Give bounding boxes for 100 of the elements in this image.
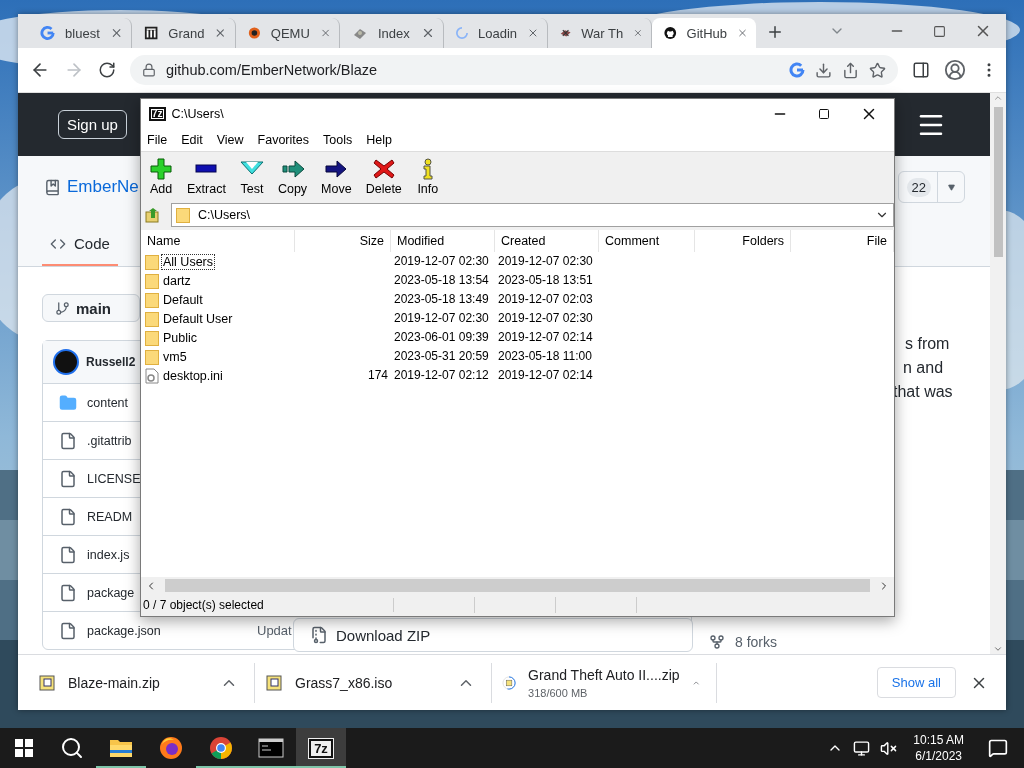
item-created: 2023-05-18 13:51 (497, 272, 594, 289)
sign-up-button[interactable]: Sign up (58, 110, 127, 139)
download-item[interactable]: Grand Theft Auto II....zip 318/600 MB (492, 662, 717, 703)
item-name[interactable]: dartz (162, 273, 192, 288)
download-name: Grand Theft Auto II....zip (528, 666, 680, 683)
item-name[interactable]: All Users (162, 254, 214, 269)
lock-icon (142, 63, 156, 77)
column-header[interactable]: Name (141, 230, 295, 252)
file-name[interactable]: content (87, 395, 128, 410)
column-header[interactable]: Created (495, 230, 599, 252)
repo-title[interactable]: EmberNe (67, 177, 139, 197)
plus-icon (149, 158, 173, 180)
download-name: Grass7_x86.iso (295, 674, 393, 691)
browser-tab[interactable]: bluest (28, 18, 132, 48)
toolbar-button[interactable]: Info (411, 158, 444, 196)
search-icon (60, 736, 84, 760)
firefox-icon (159, 736, 183, 760)
folder-icon (145, 291, 159, 308)
forks-link[interactable]: 8 forks (735, 634, 777, 650)
archive-icon (265, 673, 283, 692)
browser-tab[interactable]: Index (340, 18, 444, 48)
menu-item[interactable]: Edit (181, 133, 203, 147)
scroll-down-icon[interactable] (993, 644, 1003, 654)
download-item[interactable]: Blaze-main.zip (28, 662, 255, 703)
star-button[interactable]: 22 (897, 171, 965, 203)
zip-icon (310, 626, 328, 644)
file-icon (59, 469, 77, 488)
google-icon (789, 62, 805, 78)
branch-button[interactable]: main (42, 294, 140, 322)
install-icon[interactable] (815, 61, 832, 79)
column-header[interactable]: Comment (599, 230, 695, 252)
toolbar-button[interactable]: Test (235, 158, 268, 196)
archive-icon (38, 673, 56, 692)
reload-icon[interactable] (98, 61, 116, 79)
browser-tab[interactable]: QEMU (236, 18, 340, 48)
file-icon (59, 583, 77, 602)
taskbar-app-button[interactable]: 7z (296, 728, 346, 768)
file-name[interactable]: .gitattrib (87, 433, 132, 448)
column-header[interactable]: Size (295, 230, 391, 252)
network-icon[interactable] (853, 739, 871, 757)
item-name[interactable]: desktop.ini (162, 368, 224, 383)
profile-icon[interactable] (944, 59, 966, 81)
show-all-button[interactable]: Show all (876, 667, 956, 698)
toolbar-button[interactable]: Extract (183, 158, 230, 196)
maximize-icon[interactable] (818, 108, 830, 120)
menu-item[interactable]: Tools (323, 133, 353, 147)
caret-icon[interactable] (947, 183, 955, 191)
file-name[interactable]: LICENSE (87, 471, 141, 486)
item-created: 2019-12-07 02:30 (497, 253, 594, 270)
status-text: 0 / 7 object(s) selected (141, 598, 394, 612)
file-name[interactable]: package (87, 585, 135, 600)
column-header[interactable]: Folders (695, 230, 791, 252)
toolbar-button[interactable]: Add (145, 158, 177, 196)
address-bar[interactable]: github.com/EmberNetwork/Blaze (130, 55, 898, 85)
menu-item[interactable]: File (147, 133, 168, 147)
path-field[interactable]: C:\Users\ (171, 203, 894, 227)
folder-icon (145, 310, 159, 327)
google-icon (40, 25, 56, 41)
up-folder-icon[interactable] (145, 207, 161, 223)
maximize-icon[interactable] (933, 24, 946, 38)
download-zip-item[interactable]: Download ZIP (293, 618, 693, 652)
cross-icon (371, 158, 396, 180)
browser-tab[interactable]: Grand (132, 18, 236, 48)
menu-item[interactable]: Help (366, 133, 392, 147)
side-panel-icon[interactable] (912, 61, 930, 79)
item-name[interactable]: Default User (162, 311, 234, 326)
browser-tab[interactable]: Loadin (444, 18, 548, 48)
browser-tab[interactable]: GitHub (652, 18, 756, 48)
item-created: 2019-12-07 02:14 (497, 367, 594, 384)
item-name[interactable]: Public (162, 330, 199, 345)
column-header[interactable]: Modified (391, 230, 495, 252)
file-name[interactable]: index.js (87, 547, 130, 562)
file-name[interactable]: READM (87, 509, 133, 524)
horizontal-scrollbar[interactable] (141, 577, 894, 594)
new-tab-icon[interactable] (766, 23, 784, 41)
toolbar-button[interactable]: Delete (361, 158, 406, 196)
item-name[interactable]: Default (162, 292, 204, 307)
volume-muted-icon[interactable] (880, 739, 898, 757)
column-header[interactable]: File (791, 230, 894, 252)
scrollbar[interactable] (990, 93, 1006, 654)
bookmark-star-icon[interactable] (869, 61, 886, 79)
url-text: github.com/EmberNetwork/Blaze (166, 62, 379, 78)
item-name[interactable]: vm5 (162, 349, 188, 364)
notifications-icon[interactable] (988, 738, 1008, 758)
file-icon (59, 431, 77, 450)
file-name[interactable]: package.json (87, 623, 161, 638)
scrollbar-thumb[interactable] (993, 107, 1003, 257)
commit-author: Russell2 (86, 355, 136, 369)
tab-title: Grand (168, 25, 205, 41)
item-modified: 2019-12-07 02:12 (393, 367, 490, 384)
menu-item[interactable]: View (216, 133, 244, 147)
toolbar-button[interactable]: Move (317, 158, 356, 196)
menu-item[interactable]: Favorites (257, 133, 309, 147)
repo-tab[interactable]: Code (42, 235, 118, 266)
download-item[interactable]: Grass7_x86.iso (255, 662, 492, 703)
share-icon[interactable] (842, 61, 859, 79)
folder-icon (109, 738, 133, 758)
clock[interactable]: 10:15 AM 6/1/2023 (913, 733, 964, 763)
item-created: 2019-12-07 02:14 (497, 329, 594, 346)
toolbar-button[interactable]: Copy (273, 158, 312, 196)
